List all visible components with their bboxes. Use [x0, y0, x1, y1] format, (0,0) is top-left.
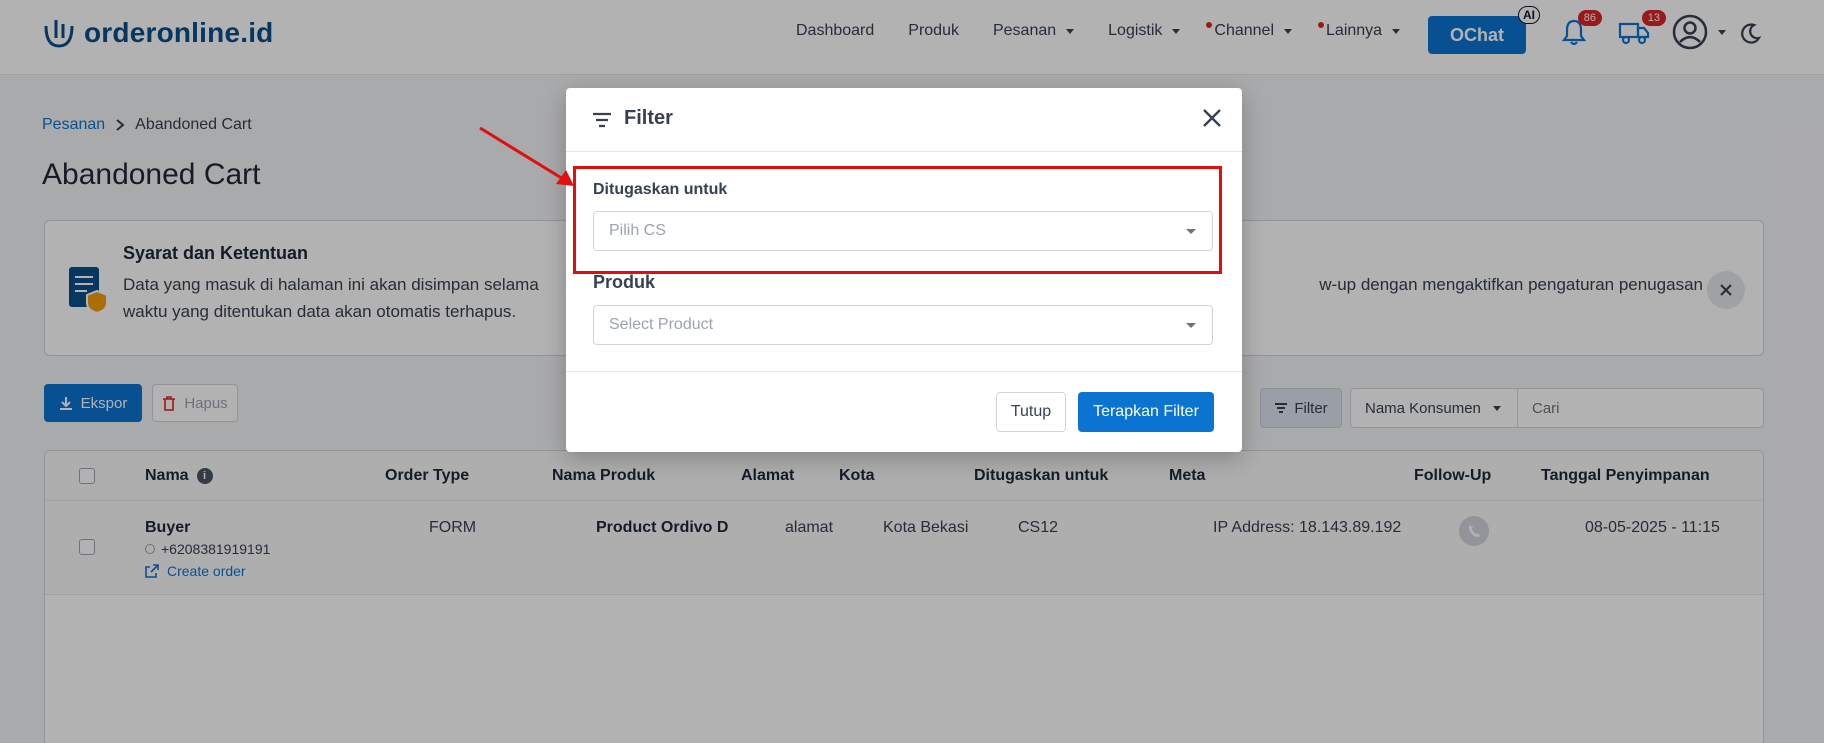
modal-header: Filter	[566, 88, 1242, 152]
annotation-highlight-box	[573, 166, 1222, 274]
close-button[interactable]: Tutup	[996, 392, 1066, 432]
product-label: Produk	[593, 272, 656, 292]
apply-filter-button[interactable]: Terapkan Filter	[1078, 392, 1214, 432]
modal-footer: Tutup Terapkan Filter	[566, 371, 1242, 452]
filter-icon	[593, 112, 611, 128]
chevron-down-icon	[1186, 323, 1196, 328]
product-select[interactable]: Select Product	[593, 305, 1213, 345]
annotation-arrow	[479, 126, 574, 186]
close-icon	[1203, 109, 1221, 127]
modal-title: Filter	[624, 107, 673, 129]
modal-close-button[interactable]	[1202, 108, 1222, 133]
